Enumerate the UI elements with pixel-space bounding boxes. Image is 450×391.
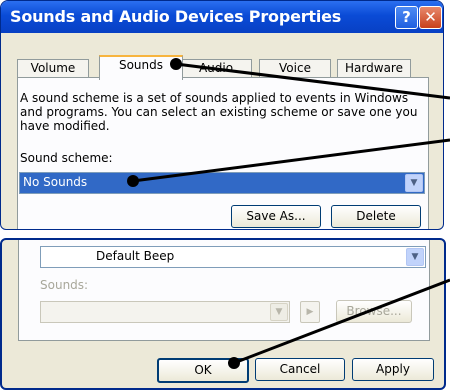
callout-line-tab — [175, 62, 450, 100]
callout-dot-scheme — [127, 175, 139, 187]
callout-line-ok — [233, 278, 450, 365]
callout-line-scheme — [132, 138, 450, 183]
callout-dot-ok — [228, 357, 240, 369]
callout-pointers — [127, 58, 450, 369]
callout-dot-tab — [170, 58, 182, 70]
